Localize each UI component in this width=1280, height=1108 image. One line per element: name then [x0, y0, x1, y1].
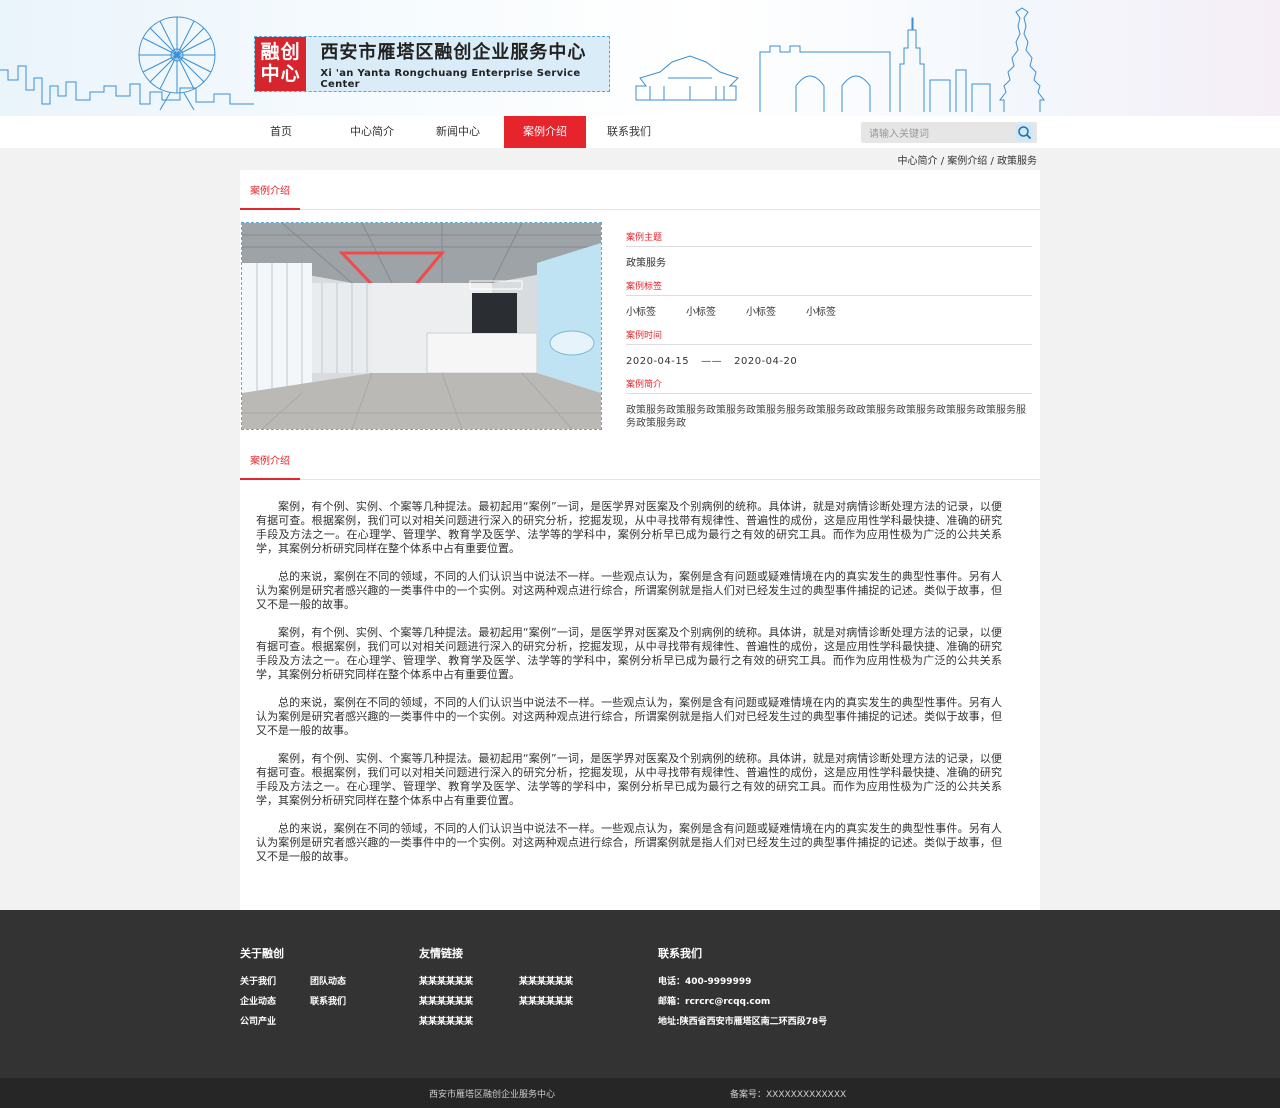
nav-about[interactable]: 中心简介 — [322, 116, 422, 148]
logo-title-en: Xi 'an Yanta Rongchuang Enterprise Servi… — [320, 68, 581, 90]
intro-label: 案例简介 — [626, 377, 1032, 394]
footer-phone: 电话：400-9999999 — [658, 977, 752, 987]
end-date: 2020-04-20 — [734, 356, 798, 367]
article-paragraph: 总的来说，案例在不同的领域，不同的人们认识当中说法不一样。一些观点认为，案例是含… — [256, 696, 1002, 737]
article-section-title[interactable]: 案例介绍 — [240, 440, 300, 480]
friend-link[interactable]: 某某某某某某 — [419, 1014, 473, 1027]
site-footer: 关于融创 关于我们 团队动态 企业动态 联系我们 公司产业 友情链接 某某某某某… — [0, 910, 1280, 1078]
friend-link[interactable]: 某某某某某某 — [519, 974, 573, 987]
article-section-tab: 案例介绍 — [240, 440, 1040, 480]
case-section-title[interactable]: 案例介绍 — [240, 170, 300, 210]
site-header: 融创中心 西安市雁塔区融创企业服务中心 Xi 'an Yanta Rongchu… — [0, 0, 1280, 148]
tag-item[interactable]: 小标签 — [806, 296, 866, 328]
icp-number: 备案号：XXXXXXXXXXXXX — [730, 1090, 847, 1100]
article-paragraph: 案例，有个例、实例、个案等几种提法。最初起用“案例”一词，是医学界对医案及个别病… — [256, 752, 1002, 807]
office-photo-illustration — [242, 223, 601, 429]
footer-email: 邮箱：rcrcrc@rcqq.com — [658, 997, 771, 1007]
search-box — [861, 122, 1037, 145]
case-photo — [241, 222, 602, 430]
case-info-panel: 案例主题 政策服务 案例标签 小标签 小标签 小标签 小标签 案例时间 2020… — [626, 230, 1032, 430]
footer-about-title: 关于融创 — [240, 947, 284, 960]
search-icon[interactable] — [1016, 124, 1033, 141]
time-label: 案例时间 — [626, 328, 1032, 345]
nav-contact[interactable]: 联系我们 — [586, 116, 672, 148]
tags-label: 案例标签 — [626, 279, 1032, 296]
case-article: 案例，有个例、实例、个案等几种提法。最初起用“案例”一词，是医学界对医案及个别病… — [256, 500, 1002, 878]
footer-link-industry[interactable]: 公司产业 — [240, 1014, 276, 1027]
footer-link-about[interactable]: 关于我们 — [240, 974, 276, 987]
article-paragraph: 总的来说，案例在不同的领域，不同的人们认识当中说法不一样。一些观点认为，案例是含… — [256, 570, 1002, 611]
friend-link[interactable]: 某某某某某某 — [519, 994, 573, 1007]
breadcrumb: 中心简介 / 案例介绍 / 政策服务 — [897, 156, 1037, 167]
logo-title-cn: 西安市雁塔区融创企业服务中心 — [320, 42, 587, 63]
date-range: 2020-04-15 —— 2020-04-20 — [626, 345, 1032, 377]
article-paragraph: 总的来说，案例在不同的领域，不同的人们认识当中说法不一样。一些观点认为，案例是含… — [256, 822, 1002, 863]
friend-link[interactable]: 某某某某某某 — [419, 994, 473, 1007]
tag-item[interactable]: 小标签 — [686, 296, 746, 328]
start-date: 2020-04-15 — [626, 356, 690, 367]
nav-news[interactable]: 新闻中心 — [422, 116, 494, 148]
subject-value: 政策服务 — [626, 258, 666, 269]
copyright-bar: 西安市雁塔区融创企业服务中心 备案号：XXXXXXXXXXXXX — [0, 1078, 1280, 1108]
footer-friends-title: 友情链接 — [419, 947, 463, 960]
footer-address: 地址:陕西省西安市雁塔区南二环西段78号 — [658, 1017, 828, 1027]
copyright-text: 西安市雁塔区融创企业服务中心 — [429, 1090, 556, 1100]
site-logo[interactable]: 融创中心 西安市雁塔区融创企业服务中心 Xi 'an Yanta Rongchu… — [254, 36, 610, 92]
footer-contact-title: 联系我们 — [658, 947, 702, 960]
city-skyline-illustration — [0, 7, 1045, 112]
footer-link-team[interactable]: 团队动态 — [310, 974, 346, 987]
footer-link-contact[interactable]: 联系我们 — [310, 994, 346, 1007]
logo-seal: 融创中心 — [255, 37, 307, 91]
footer-link-company-news[interactable]: 企业动态 — [240, 994, 276, 1007]
article-paragraph: 案例，有个例、实例、个案等几种提法。最初起用“案例”一词，是医学界对医案及个别病… — [256, 500, 1002, 555]
nav-home[interactable]: 首页 — [240, 116, 322, 148]
tag-item[interactable]: 小标签 — [746, 296, 806, 328]
tag-item[interactable]: 小标签 — [626, 296, 686, 328]
date-separator: —— — [701, 356, 723, 367]
nav-cases[interactable]: 案例介绍 — [504, 116, 586, 148]
intro-text: 政策服务政策服务政策服务政策服务服务政策服务政政策服务政策服务政策服务政策服务服… — [626, 405, 1026, 429]
article-paragraph: 案例，有个例、实例、个案等几种提法。最初起用“案例”一词，是医学界对医案及个别病… — [256, 626, 1002, 681]
case-detail-card: 案例介绍 案例主题 政策服务 案例标签 小标签 小标签 小标签 小标签 案例时间… — [240, 170, 1040, 910]
main-nav: 首页 中心简介 新闻中心 案例介绍 联系我们 — [240, 116, 672, 148]
subject-label: 案例主题 — [626, 230, 1032, 247]
friend-link[interactable]: 某某某某某某 — [419, 974, 473, 987]
tag-list: 小标签 小标签 小标签 小标签 — [626, 296, 1032, 328]
search-input[interactable] — [861, 124, 1011, 145]
case-section-tab: 案例介绍 — [240, 170, 1040, 210]
